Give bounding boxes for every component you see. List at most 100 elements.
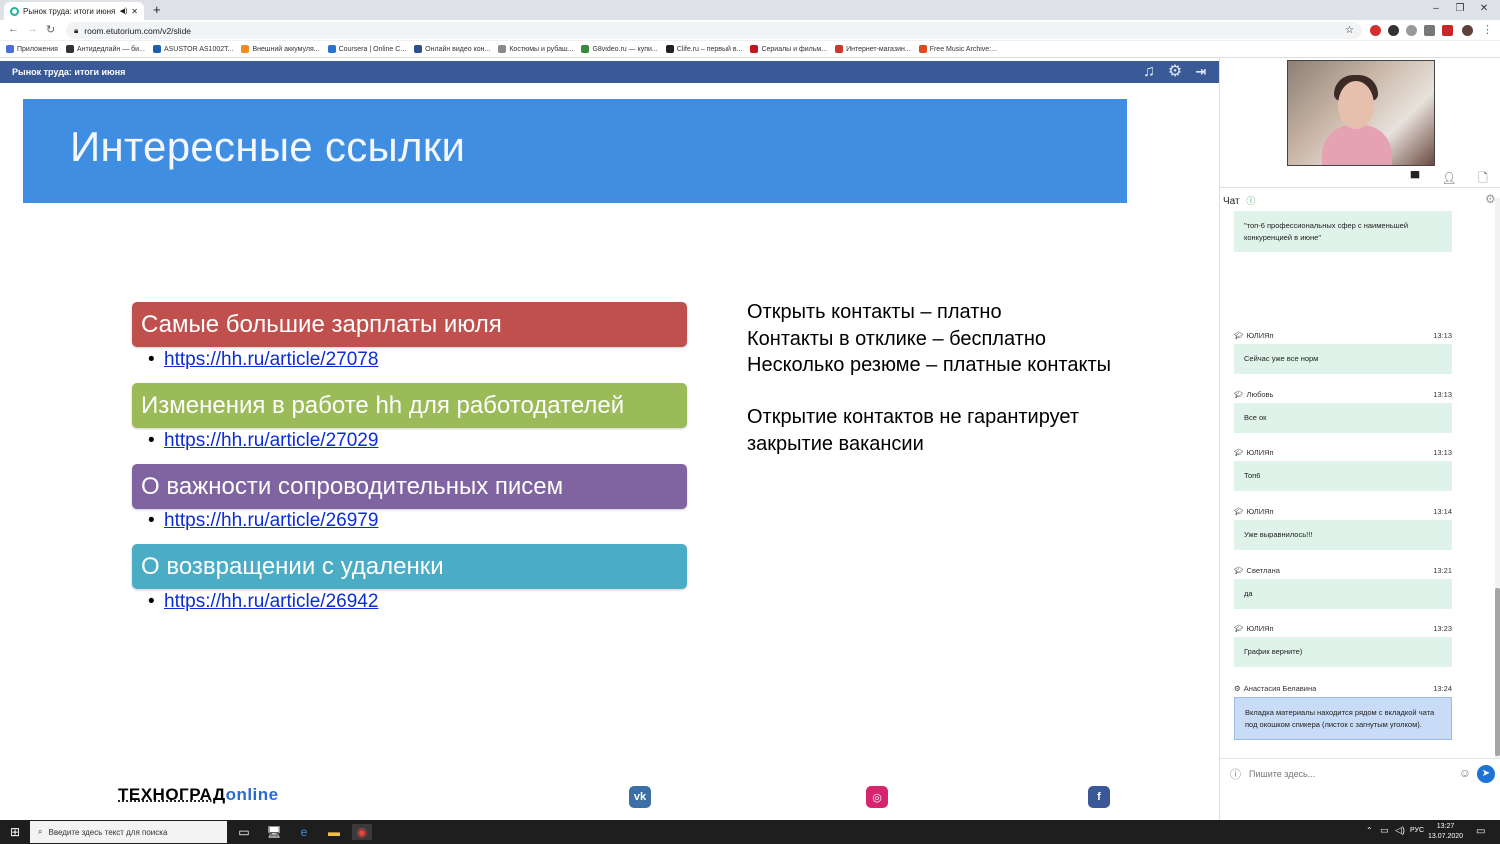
bookmarks-bar: Приложения Антидедлайн — би... ASUSTOR AS1…: [0, 41, 1500, 58]
chat-tab-icon[interactable]: ▀: [1398, 168, 1432, 188]
article-link[interactable]: https://hh.ru/article/26979: [164, 510, 378, 531]
reload-icon[interactable]: ↻: [46, 23, 55, 36]
tab-audio-icon[interactable]: ◀): [120, 7, 128, 15]
clock-date: 13.07.2020: [1428, 833, 1464, 840]
bookmark-item[interactable]: Костюмы и рубаш...: [498, 45, 573, 53]
student-cap-icon: 🎓︎: [1234, 206, 1244, 207]
bookmark-label: Внешний аккумуля...: [252, 45, 320, 53]
chat-message-meta: 🎓︎ Любовь 13:13: [1234, 390, 1452, 399]
send-icon[interactable]: ➤: [1477, 765, 1495, 783]
extension-icon[interactable]: [1388, 25, 1399, 36]
bookmark-item[interactable]: Внешний аккумуля...: [241, 45, 320, 53]
address-bar[interactable]: 🔒︎ room.etutorium.com/v2/slide ☆: [66, 22, 1362, 39]
extensions-puzzle-icon[interactable]: [1424, 25, 1435, 36]
materials-tab-icon[interactable]: 🗋︎: [1466, 168, 1500, 188]
network-icon[interactable]: ▭: [1380, 825, 1389, 836]
taskbar-search-box[interactable]: ⌕ Введите здесь текст для поиска: [30, 821, 227, 843]
task-view-icon[interactable]: ▭: [236, 824, 252, 840]
chat-message: 🎓︎ ЮЛИЯп 13:13 Сейчас уже все норм: [1234, 331, 1452, 374]
bookmark-item[interactable]: ASUSTOR AS1002T...: [152, 45, 234, 53]
bookmark-label: Интернет-магазин...: [846, 45, 911, 53]
browser-tab[interactable]: Рынок труда: итоги июня ◀) ✕: [4, 2, 144, 20]
webinar-title: Рынок труда: итоги июня: [12, 67, 126, 77]
browser-menu-icon[interactable]: ⋮: [1482, 23, 1493, 36]
extension-icon[interactable]: [1406, 25, 1417, 36]
vk-icon[interactable]: vk: [629, 786, 651, 808]
chrome-icon[interactable]: ◉: [352, 824, 372, 840]
article-link[interactable]: https://hh.ru/article/27078: [164, 349, 378, 370]
article-link[interactable]: https://hh.ru/article/26942: [164, 591, 378, 612]
bookmark-item[interactable]: G8video.ru — купи...: [581, 45, 658, 53]
windows-start-icon[interactable]: ⊞: [7, 824, 23, 840]
chat-author-name: ЮЛИЯп: [1246, 507, 1274, 516]
minimize-icon[interactable]: –: [1426, 3, 1446, 14]
exit-icon[interactable]: ⇥: [1190, 61, 1212, 83]
chat-message-meta: 🎓︎ ЮЛИЯп 13:14: [1234, 507, 1452, 516]
chat-time: 13:13: [1433, 448, 1452, 457]
close-window-icon[interactable]: ✕: [1474, 3, 1494, 14]
bookmark-favicon-icon: [327, 45, 336, 53]
student-cap-icon: 🎓︎: [1234, 331, 1244, 340]
bookmark-item[interactable]: Интернет-магазин...: [835, 45, 911, 53]
tab-close-icon[interactable]: ✕: [131, 7, 138, 16]
chat-message-text: Все ок: [1234, 403, 1452, 433]
bookmark-item[interactable]: Онлайн видео кон...: [414, 45, 490, 53]
settings-gear-icon[interactable]: ⚙: [1164, 61, 1186, 83]
contacts-note-text: Открытие контактов не гарантирует закрыт…: [747, 404, 1079, 457]
chat-message-meta: 🎓︎ ЮЛИЯп 13:23: [1234, 624, 1452, 633]
bookmark-item[interactable]: Антидедлайн — би...: [65, 45, 145, 53]
browser-toolbar: ← → ↻ 🔒︎ room.etutorium.com/v2/slide ☆ ⋮: [0, 20, 1500, 41]
chat-scrollbar-thumb[interactable]: [1495, 588, 1500, 756]
bookmark-favicon-icon: [918, 45, 927, 53]
chat-author: ⚙ Анастасия Белавина: [1234, 684, 1316, 693]
explorer-app-icon[interactable]: 🖥︎: [266, 824, 282, 840]
chat-author-name: Любовь: [1246, 390, 1274, 399]
volume-icon[interactable]: ◁): [1395, 825, 1405, 836]
chat-input[interactable]: Пишите здесь...: [1249, 769, 1315, 779]
moderator-gear-icon: ⚙: [1234, 684, 1241, 693]
bookmark-favicon-icon: [581, 45, 590, 53]
chat-author-name: ЮЛИЯп: [1246, 448, 1274, 457]
lock-icon: 🔒︎: [74, 25, 79, 35]
chat-time: 13:13: [1433, 390, 1452, 399]
forward-icon[interactable]: →: [27, 23, 38, 35]
chat-scrollbar[interactable]: [1495, 198, 1500, 758]
bookmark-item[interactable]: Сериалы и фильм...: [750, 45, 827, 53]
bookmark-label: ASUSTOR AS1002T...: [163, 45, 234, 53]
article-link[interactable]: https://hh.ru/article/27029: [164, 430, 378, 451]
back-icon[interactable]: ←: [8, 23, 19, 35]
bookmark-label: Clife.ru – первый в...: [676, 45, 743, 53]
bookmark-item[interactable]: Clife.ru – первый в...: [665, 45, 743, 53]
profile-avatar[interactable]: [1462, 25, 1473, 36]
taskbar-clock[interactable]: 13:27 13.07.2020: [1428, 822, 1463, 842]
bookmark-label: Приложения: [17, 45, 58, 53]
extension-icon[interactable]: [1442, 25, 1453, 36]
edge-icon[interactable]: e: [296, 824, 312, 840]
emoji-icon[interactable]: ☺: [1459, 766, 1471, 780]
chat-message-text: Уже выравнилось!!!: [1234, 520, 1452, 550]
maximize-icon[interactable]: ❐: [1450, 3, 1470, 14]
instagram-icon[interactable]: ◎: [866, 786, 888, 808]
chat-author: 🎓︎ ЮЛИЯп: [1234, 624, 1274, 633]
bookmark-item[interactable]: Приложения: [6, 45, 58, 53]
language-indicator[interactable]: РУС: [1410, 827, 1424, 834]
bookmark-item[interactable]: Coursera | Online C...: [327, 45, 406, 53]
participants-tab-icon[interactable]: 👤︎: [1432, 168, 1466, 188]
new-tab-button[interactable]: +: [153, 2, 161, 17]
chat-message-list: 🎓︎ "топ-6 профессиональных сфер с наимень…: [1220, 206, 1492, 754]
file-explorer-icon[interactable]: ▬: [326, 824, 342, 840]
tray-chevron-icon[interactable]: ⌃: [1366, 826, 1373, 835]
extension-abp-icon[interactable]: [1370, 25, 1381, 36]
notifications-icon[interactable]: ▭: [1476, 826, 1485, 837]
music-icon[interactable]: ♫: [1138, 61, 1160, 83]
student-cap-icon: 🎓︎: [1234, 448, 1244, 457]
chat-info-icon[interactable]: ⓘ: [1246, 196, 1255, 206]
bookmark-favicon-icon: [152, 45, 161, 53]
help-icon[interactable]: ⓘ: [1230, 766, 1241, 782]
speaker-video[interactable]: [1287, 60, 1435, 166]
chat-time: 13:23: [1433, 624, 1452, 633]
chat-author: 🎓︎: [1234, 206, 1247, 207]
bookmark-star-icon[interactable]: ☆: [1345, 25, 1354, 36]
facebook-icon[interactable]: f: [1088, 786, 1110, 808]
bookmark-item[interactable]: Free Music Archive:...: [918, 45, 997, 53]
